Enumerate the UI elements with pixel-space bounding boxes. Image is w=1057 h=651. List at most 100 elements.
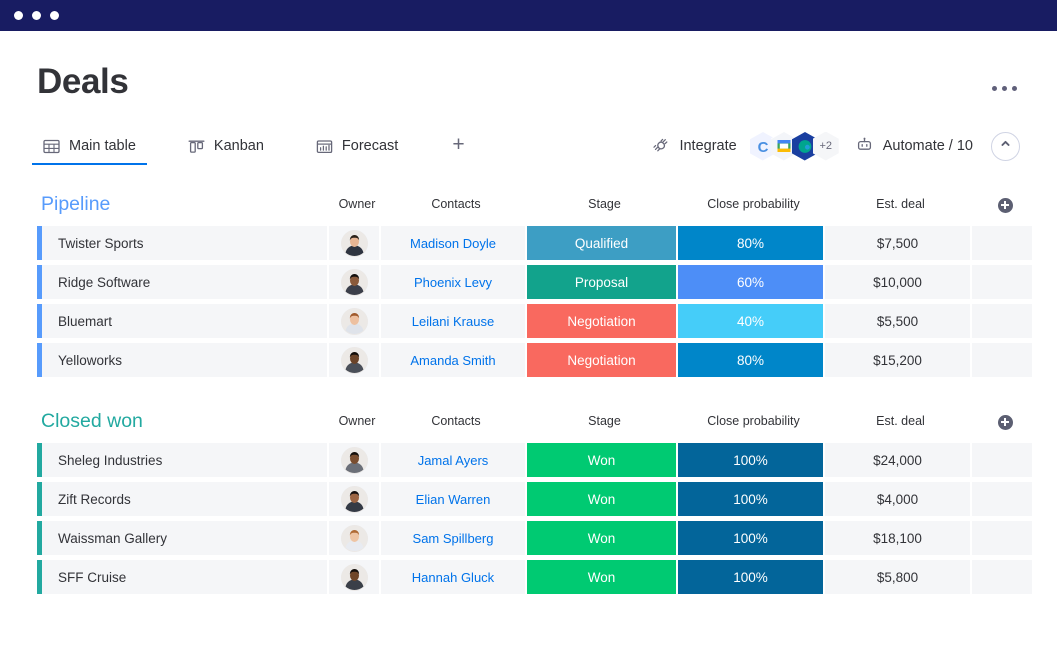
column-header-stage[interactable]: Stage	[529, 198, 680, 212]
deal-name-cell[interactable]: Bluemart	[37, 304, 327, 338]
stage-cell[interactable]: Won	[525, 560, 676, 594]
empty-cell[interactable]	[970, 443, 1032, 477]
empty-cell[interactable]	[970, 482, 1032, 516]
avatar[interactable]	[340, 524, 368, 552]
column-header-contacts[interactable]: Contacts	[383, 198, 529, 212]
window-dot-minimize[interactable]	[32, 11, 41, 20]
empty-cell[interactable]	[970, 226, 1032, 260]
stage-cell[interactable]: Qualified	[525, 226, 676, 260]
owner-cell[interactable]	[327, 482, 379, 516]
close-probability-cell[interactable]: 40%	[676, 304, 823, 338]
est-deal-cell[interactable]: $7,500	[823, 226, 970, 260]
owner-cell[interactable]	[327, 521, 379, 555]
table-row[interactable]: Waissman Gallery Sam Spillberg Won 100% …	[37, 521, 1032, 555]
tab-kanban[interactable]: Kanban	[182, 127, 270, 165]
owner-cell[interactable]	[327, 443, 379, 477]
empty-cell[interactable]	[970, 304, 1032, 338]
integration-badges[interactable]: C +2	[749, 131, 839, 161]
table-row[interactable]: Bluemart Leilani Krause Negotiation 40% …	[37, 304, 1032, 338]
empty-cell[interactable]	[970, 560, 1032, 594]
automate-button[interactable]: Automate / 10	[855, 135, 973, 158]
avatar[interactable]	[340, 346, 368, 374]
contact-cell[interactable]: Phoenix Levy	[379, 265, 525, 299]
deal-name-cell[interactable]: SFF Cruise	[37, 560, 327, 594]
avatar[interactable]	[340, 307, 368, 335]
tab-forecast[interactable]: Forecast	[310, 127, 404, 165]
avatar[interactable]	[340, 485, 368, 513]
est-deal-cell[interactable]: $10,000	[823, 265, 970, 299]
close-probability-cell[interactable]: 80%	[676, 343, 823, 377]
close-probability-cell[interactable]: 100%	[676, 482, 823, 516]
deal-name-cell[interactable]: Waissman Gallery	[37, 521, 327, 555]
stage-cell[interactable]: Won	[525, 521, 676, 555]
stage-cell[interactable]: Won	[525, 443, 676, 477]
est-deal-cell[interactable]: $24,000	[823, 443, 970, 477]
contact-cell[interactable]: Jamal Ayers	[379, 443, 525, 477]
deal-name-cell[interactable]: Zift Records	[37, 482, 327, 516]
contact-cell[interactable]: Madison Doyle	[379, 226, 525, 260]
column-header-close-probability[interactable]: Close probability	[680, 415, 827, 429]
deal-name-cell[interactable]: Twister Sports	[37, 226, 327, 260]
add-column-button[interactable]	[974, 414, 1036, 430]
close-probability-cell[interactable]: 100%	[676, 443, 823, 477]
close-probability-cell[interactable]: 60%	[676, 265, 823, 299]
owner-cell[interactable]	[327, 343, 379, 377]
empty-cell[interactable]	[970, 521, 1032, 555]
deal-name-cell[interactable]: Sheleg Industries	[37, 443, 327, 477]
contact-cell[interactable]: Hannah Gluck	[379, 560, 525, 594]
avatar[interactable]	[340, 268, 368, 296]
close-probability-cell[interactable]: 100%	[676, 560, 823, 594]
est-deal-cell[interactable]: $18,100	[823, 521, 970, 555]
close-probability-cell[interactable]: 100%	[676, 521, 823, 555]
column-header-stage[interactable]: Stage	[529, 415, 680, 429]
tab-main-table[interactable]: Main table	[32, 127, 147, 165]
avatar[interactable]	[340, 229, 368, 257]
robot-icon	[855, 135, 874, 158]
stage-cell[interactable]: Proposal	[525, 265, 676, 299]
est-deal-cell[interactable]: $5,800	[823, 560, 970, 594]
empty-cell[interactable]	[970, 265, 1032, 299]
integration-overflow-badge[interactable]: +2	[812, 131, 839, 161]
group-title[interactable]: Closed won	[41, 412, 331, 432]
window-dot-close[interactable]	[14, 11, 23, 20]
stage-cell[interactable]: Negotiation	[525, 343, 676, 377]
deal-name-cell[interactable]: Ridge Software	[37, 265, 327, 299]
stage-cell[interactable]: Negotiation	[525, 304, 676, 338]
column-header-est-deal[interactable]: Est. deal	[827, 198, 974, 212]
add-column-button[interactable]	[974, 197, 1036, 213]
contact-cell[interactable]: Leilani Krause	[379, 304, 525, 338]
empty-cell[interactable]	[970, 343, 1032, 377]
table-row[interactable]: Zift Records Elian Warren Won 100% $4,00…	[37, 482, 1032, 516]
column-header-owner[interactable]: Owner	[331, 415, 383, 429]
collapse-toolbar-button[interactable]	[991, 131, 1020, 161]
table-row[interactable]: Sheleg Industries Jamal Ayers Won 100% $…	[37, 443, 1032, 477]
group-title[interactable]: Pipeline	[41, 195, 331, 215]
table-row[interactable]: Yelloworks Amanda Smith Negotiation 80% …	[37, 343, 1032, 377]
more-options-button[interactable]	[992, 64, 1020, 91]
contact-cell[interactable]: Sam Spillberg	[379, 521, 525, 555]
est-deal-cell[interactable]: $15,200	[823, 343, 970, 377]
contact-cell[interactable]: Amanda Smith	[379, 343, 525, 377]
est-deal-cell[interactable]: $4,000	[823, 482, 970, 516]
deal-name-cell[interactable]: Yelloworks	[37, 343, 327, 377]
avatar[interactable]	[340, 563, 368, 591]
stage-cell[interactable]: Won	[525, 482, 676, 516]
column-header-owner[interactable]: Owner	[331, 198, 383, 212]
table-row[interactable]: SFF Cruise Hannah Gluck Won 100% $5,800	[37, 560, 1032, 594]
owner-cell[interactable]	[327, 265, 379, 299]
owner-cell[interactable]	[327, 560, 379, 594]
close-probability-cell[interactable]: 80%	[676, 226, 823, 260]
contact-cell[interactable]: Elian Warren	[379, 482, 525, 516]
add-view-button[interactable]: +	[444, 134, 472, 158]
column-header-contacts[interactable]: Contacts	[383, 415, 529, 429]
window-dot-maximize[interactable]	[50, 11, 59, 20]
column-header-est-deal[interactable]: Est. deal	[827, 415, 974, 429]
table-row[interactable]: Twister Sports Madison Doyle Qualified 8…	[37, 226, 1032, 260]
est-deal-cell[interactable]: $5,500	[823, 304, 970, 338]
column-header-close-probability[interactable]: Close probability	[680, 198, 827, 212]
owner-cell[interactable]	[327, 304, 379, 338]
avatar[interactable]	[340, 446, 368, 474]
table-row[interactable]: Ridge Software Phoenix Levy Proposal 60%…	[37, 265, 1032, 299]
integrate-button[interactable]: Integrate C +2	[651, 131, 839, 161]
owner-cell[interactable]	[327, 226, 379, 260]
